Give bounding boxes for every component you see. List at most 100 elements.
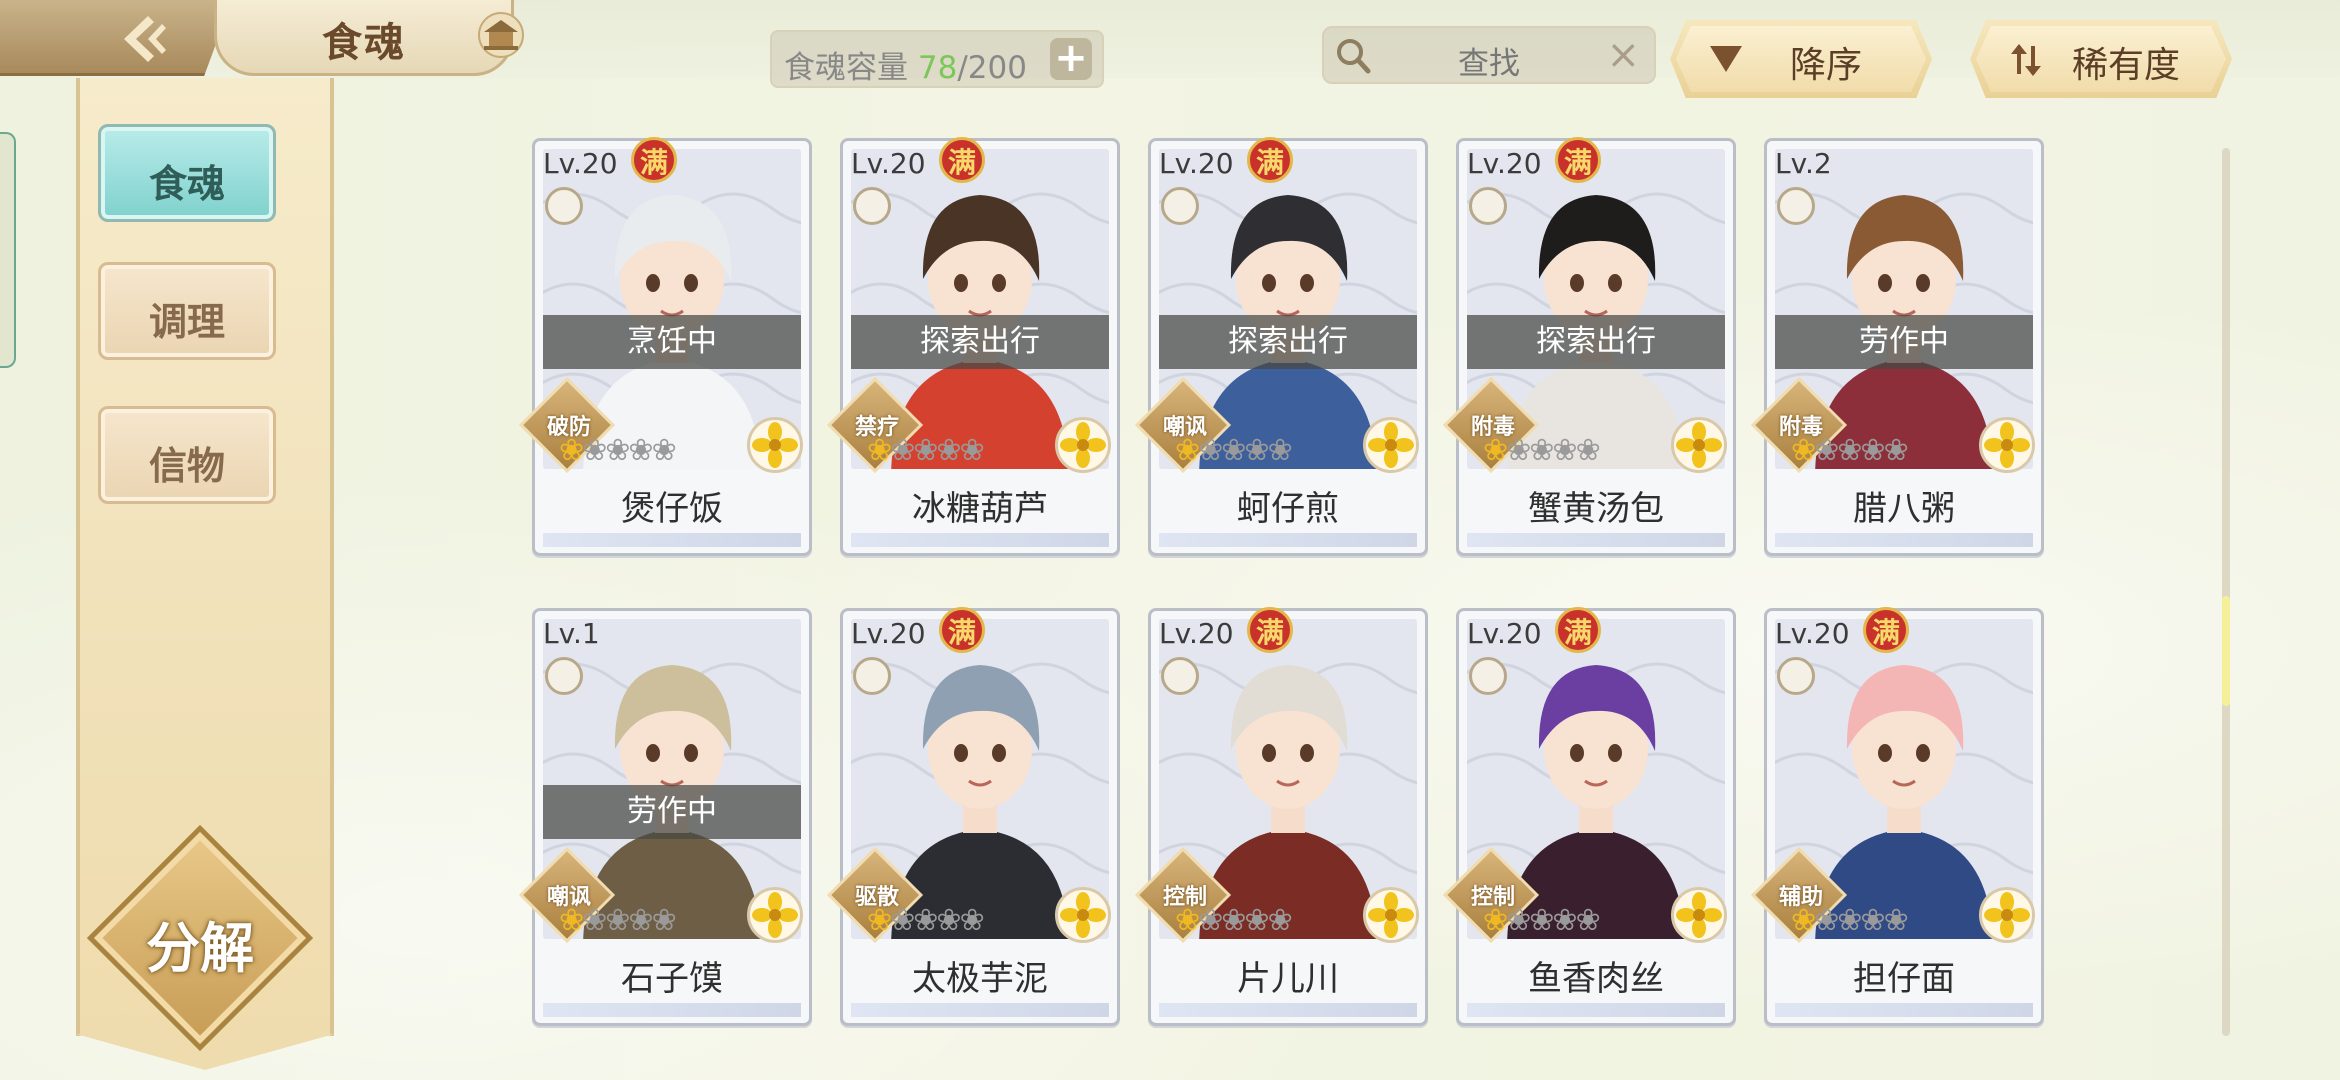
food-soul-name: 担仔面 [1853, 959, 1955, 999]
flame-icon: ❀ [1529, 903, 1554, 938]
tab-tiaoli[interactable]: 调理 [98, 262, 276, 360]
clear-search-icon[interactable]: × [1606, 32, 1640, 78]
max-level-badge: 满 [631, 137, 677, 183]
page-title: 食魂 [322, 20, 406, 66]
flame-icon: ❀ [628, 903, 653, 938]
level-label: Lv.20 [1775, 617, 1850, 650]
flame-icon: ❀ [651, 433, 677, 468]
food-soul-card[interactable]: Lv.20 满辅助 ❀❀❀❀❀ 担仔面 [1750, 607, 2044, 1026]
tab-tiaoli-label: 调理 [148, 300, 225, 344]
bowl-icon [853, 187, 891, 225]
scrollbar[interactable] [2222, 148, 2230, 1036]
sort-key-button[interactable]: 稀有度 [1970, 20, 2232, 98]
level-label: Lv.20 [851, 617, 926, 650]
level-label: Lv.20 [1467, 147, 1542, 180]
food-soul-card[interactable]: Lv.20 满控制 ❀❀❀❀❀ 鱼香肉丝 [1442, 607, 1736, 1026]
tab-xinwu-label: 信物 [148, 444, 225, 488]
flame-rating: ❀❀❀❀❀ [559, 433, 677, 468]
tab-shihun[interactable]: 食魂 [98, 124, 276, 222]
back-arrow-icon [124, 16, 166, 62]
food-soul-name: 片儿川 [1237, 959, 1339, 999]
back-button[interactable] [0, 0, 232, 76]
status-banner: 烹饪中 [543, 315, 801, 369]
flame-icon: ❀ [1814, 903, 1839, 938]
decompose-label: 分解 [146, 917, 254, 980]
food-soul-card[interactable]: Lv.20 满探索出行 嘲讽 ❀❀❀❀❀ 蚵仔煎 [1134, 137, 1428, 556]
flame-icon: ❀ [1814, 433, 1839, 468]
side-drawer-handle[interactable] [0, 132, 16, 368]
pavilion-icon[interactable] [478, 12, 524, 58]
flame-icon: ❀ [605, 903, 630, 938]
bowl-icon [545, 657, 583, 695]
rarity-flower-icon [1671, 417, 1727, 473]
flame-rating: ❀❀❀❀❀ [1483, 433, 1601, 468]
page-title-tab: 食魂 [214, 0, 514, 76]
flame-icon: ❀ [605, 433, 630, 468]
scrollbar-thumb[interactable] [2222, 596, 2230, 706]
rarity-flower-icon [1055, 417, 1111, 473]
rarity-flower-icon [747, 887, 803, 943]
rarity-flower-icon [1979, 417, 2035, 473]
flame-icon: ❀ [1860, 433, 1885, 468]
level-label: Lv.20 [1159, 147, 1234, 180]
flame-rating: ❀❀❀❀❀ [1791, 433, 1909, 468]
flame-icon: ❀ [582, 903, 607, 938]
search-input[interactable]: 查找 × [1322, 26, 1656, 84]
flame-rating: ❀❀❀❀❀ [1175, 903, 1293, 938]
flame-icon: ❀ [1552, 433, 1577, 468]
max-level-badge: 满 [1555, 137, 1601, 183]
sort-order-button[interactable]: 降序 [1670, 20, 1932, 98]
flame-icon: ❀ [651, 903, 677, 938]
status-banner: 探索出行 [1467, 315, 1725, 369]
tab-shihun-label: 食魂 [148, 162, 225, 206]
food-soul-card[interactable]: Lv.20 满烹饪中 破防 ❀❀❀❀❀ 煲仔饭 [518, 137, 812, 556]
food-soul-card[interactable]: Lv.1 劳作中 嘲讽 ❀❀❀❀❀ 石子馍 [518, 608, 812, 1026]
rarity-flower-icon [1671, 887, 1727, 943]
flame-icon: ❀ [1483, 903, 1508, 938]
capacity-label: 食魂容量 [784, 50, 908, 86]
flame-icon: ❀ [1506, 903, 1531, 938]
flame-icon: ❀ [628, 433, 653, 468]
flame-icon: ❀ [936, 903, 961, 938]
food-soul-name: 煲仔饭 [621, 489, 723, 529]
flame-icon: ❀ [1483, 433, 1508, 468]
bowl-icon [1469, 187, 1507, 225]
food-soul-name: 蚵仔煎 [1237, 489, 1339, 529]
food-soul-name: 太极芋泥 [912, 959, 1048, 999]
flame-icon: ❀ [559, 903, 584, 938]
flame-icon: ❀ [1198, 903, 1223, 938]
search-placeholder: 查找 [1458, 46, 1520, 82]
food-soul-card[interactable]: Lv.20 满驱散 ❀❀❀❀❀ 太极芋泥 [826, 607, 1120, 1026]
bowl-icon [1777, 657, 1815, 695]
flame-icon: ❀ [1529, 433, 1554, 468]
food-soul-card[interactable]: Lv.20 满探索出行 附毒 ❀❀❀❀❀ 蟹黄汤包 [1442, 137, 1736, 556]
food-soul-card[interactable]: Lv.20 满探索出行 禁疗 ❀❀❀❀❀ 冰糖葫芦 [826, 137, 1120, 556]
flame-icon: ❀ [890, 433, 915, 468]
level-label: Lv.2 [1775, 147, 1832, 180]
flame-icon: ❀ [582, 433, 607, 468]
flame-icon: ❀ [559, 433, 584, 468]
food-soul-card[interactable]: Lv.20 满控制 ❀❀❀❀❀ 片儿川 [1134, 607, 1428, 1026]
bowl-icon [1161, 657, 1199, 695]
flame-rating: ❀❀❀❀❀ [1483, 903, 1601, 938]
tab-xinwu[interactable]: 信物 [98, 406, 276, 504]
flame-icon: ❀ [1860, 903, 1885, 938]
flame-rating: ❀❀❀❀❀ [867, 903, 985, 938]
max-level-badge: 满 [1247, 137, 1293, 183]
flame-icon: ❀ [1575, 903, 1601, 938]
flame-icon: ❀ [1575, 433, 1601, 468]
flame-icon: ❀ [1791, 433, 1816, 468]
flame-icon: ❀ [1244, 433, 1269, 468]
bowl-icon [1469, 657, 1507, 695]
flame-icon: ❀ [1883, 433, 1909, 468]
food-soul-card[interactable]: Lv.2 劳作中 附毒 ❀❀❀❀❀ 腊八粥 [1750, 138, 2044, 556]
rarity-flower-icon [1055, 887, 1111, 943]
flame-icon: ❀ [1221, 903, 1246, 938]
bowl-icon [1777, 187, 1815, 225]
flame-icon: ❀ [1883, 903, 1909, 938]
status-banner: 劳作中 [1775, 315, 2033, 369]
add-capacity-button[interactable]: + [1050, 38, 1092, 80]
flame-icon: ❀ [1791, 903, 1816, 938]
flame-icon: ❀ [1506, 433, 1531, 468]
flame-rating: ❀❀❀❀❀ [867, 433, 985, 468]
